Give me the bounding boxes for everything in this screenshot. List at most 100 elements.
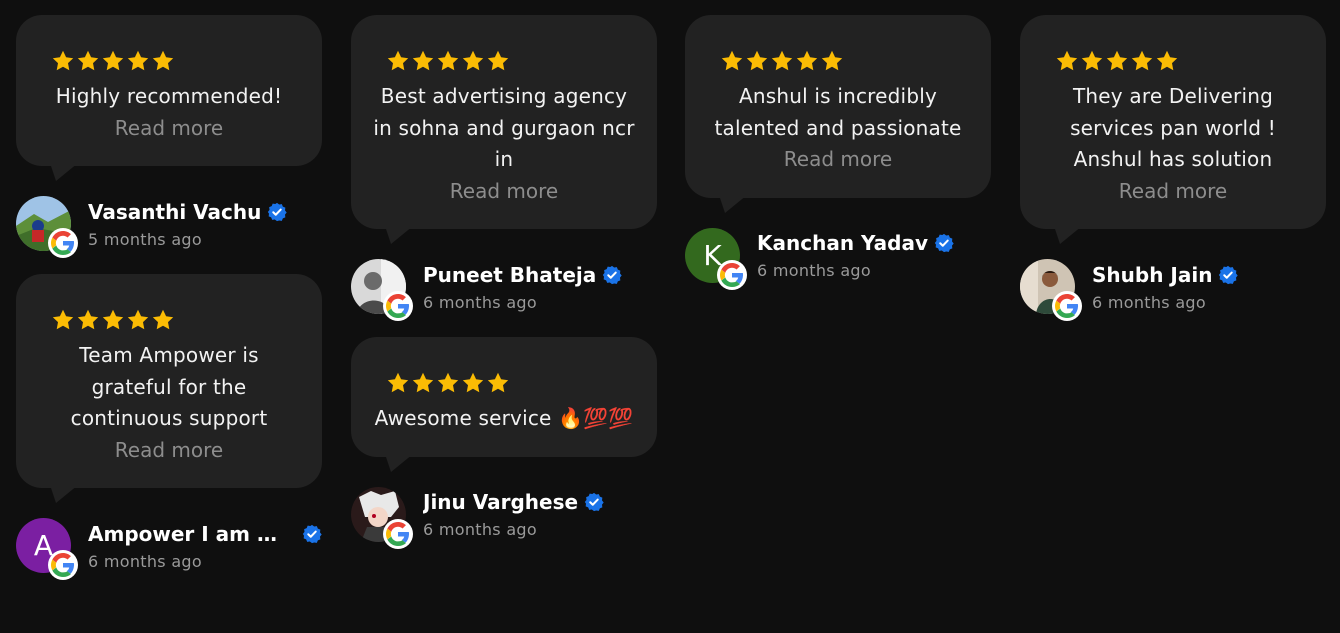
read-more-link[interactable]: Read more [36,113,302,145]
bubble-tail [385,226,413,244]
avatar[interactable] [351,259,413,321]
review-card: Highly recommended! Read more Vasanthi V… [16,15,322,258]
review-bubble: Awesome service 🔥💯💯 [351,337,657,472]
bubble-tail [385,453,413,472]
bubble-tail [1054,226,1082,244]
avatar[interactable] [16,196,78,258]
review-date: 5 months ago [88,229,202,249]
star-icon [1105,49,1129,73]
star-icon [101,49,125,73]
star-rating [36,49,302,73]
google-g-icon [48,228,78,258]
bubble-tail [719,194,747,213]
review-text: Anshul is incredibly talented and passio… [714,84,962,140]
google-g-icon [383,291,413,321]
star-icon [720,49,744,73]
verified-badge-icon [584,492,604,512]
google-g-icon [48,550,78,580]
review-text: Team Ampower is grateful for the continu… [70,343,268,430]
review-date: 6 months ago [757,261,871,280]
read-more-link[interactable]: Read more [1040,176,1306,208]
author-name[interactable]: Ampower I am Po... [88,522,288,546]
review-card: They are Delivering services pan world !… [1020,15,1326,321]
star-icon [770,49,794,73]
star-rating [705,49,971,73]
star-icon [76,308,100,332]
review-author: Jinu Varghese 6 months ago [351,486,657,549]
star-icon [795,49,819,73]
star-icon [461,49,485,73]
review-date: 6 months ago [423,292,537,312]
review-date: 6 months ago [88,551,202,571]
star-icon [820,49,844,73]
star-icon [745,49,769,73]
star-icon [411,49,435,73]
review-column-2: Best advertising agency in sohna and gur… [351,15,657,565]
star-icon [126,49,150,73]
review-author: A Ampower I am Po... 6 months ago [16,518,322,580]
star-icon [461,371,485,395]
star-icon [1080,49,1104,73]
review-author: Puneet Bhateja 6 months ago [351,259,657,321]
review-column-3: Anshul is incredibly talented and passio… [685,15,991,306]
review-author: Shubh Jain 6 months ago [1020,259,1326,321]
star-rating [371,371,637,395]
review-date: 6 months ago [423,520,537,539]
star-icon [486,371,510,395]
star-rating [1040,49,1306,73]
verified-badge-icon [302,524,322,544]
google-g-icon [1052,291,1082,321]
star-icon [436,49,460,73]
author-name[interactable]: Puneet Bhateja [423,263,596,287]
review-text: Best advertising agency in sohna and gur… [373,84,635,171]
review-card: Team Ampower is grateful for the continu… [16,274,322,580]
read-more-link[interactable]: Read more [371,176,637,208]
bubble-tail [50,163,78,181]
verified-badge-icon [267,202,288,222]
author-name[interactable]: Kanchan Yadav [757,231,928,255]
star-icon [1055,49,1079,73]
avatar[interactable] [1020,259,1082,321]
review-bubble: Team Ampower is grateful for the continu… [16,274,322,503]
verified-badge-icon [934,233,954,253]
review-text: Awesome service 🔥💯💯 [374,406,634,430]
star-rating [36,308,302,332]
review-column-1: Highly recommended! Read more Vasanthi V… [16,15,322,596]
verified-badge-icon [1218,265,1239,285]
review-text: Highly recommended! [55,84,283,108]
read-more-link[interactable]: Read more [36,435,302,467]
bubble-tail [50,485,78,503]
star-icon [51,49,75,73]
author-name[interactable]: Jinu Varghese [423,490,578,514]
star-icon [1130,49,1154,73]
review-author: K Kanchan Yadav 6 months ago [685,227,991,290]
google-g-icon [717,259,747,290]
star-icon [151,49,175,73]
review-text: They are Delivering services pan world !… [1070,84,1276,171]
review-card: Awesome service 🔥💯💯 Jinu Varghese 6 mont… [351,337,657,549]
review-column-4: They are Delivering services pan world !… [1020,15,1326,337]
star-icon [51,308,75,332]
star-icon [101,308,125,332]
review-card: Anshul is incredibly talented and passio… [685,15,991,290]
avatar[interactable] [351,486,413,549]
author-name[interactable]: Shubh Jain [1092,263,1212,287]
review-card: Best advertising agency in sohna and gur… [351,15,657,321]
star-rating [371,49,637,73]
verified-badge-icon [602,265,622,285]
star-icon [436,371,460,395]
review-date: 6 months ago [1092,292,1206,312]
star-icon [126,308,150,332]
star-icon [411,371,435,395]
read-more-link[interactable]: Read more [705,144,971,176]
review-bubble: Best advertising agency in sohna and gur… [351,15,657,244]
google-g-icon [383,518,413,549]
author-name[interactable]: Vasanthi Vachu [88,200,261,224]
star-icon [151,308,175,332]
review-bubble: Highly recommended! Read more [16,15,322,181]
avatar[interactable]: A [16,518,78,580]
star-icon [76,49,100,73]
avatar[interactable]: K [685,227,747,290]
star-icon [486,49,510,73]
star-icon [386,49,410,73]
